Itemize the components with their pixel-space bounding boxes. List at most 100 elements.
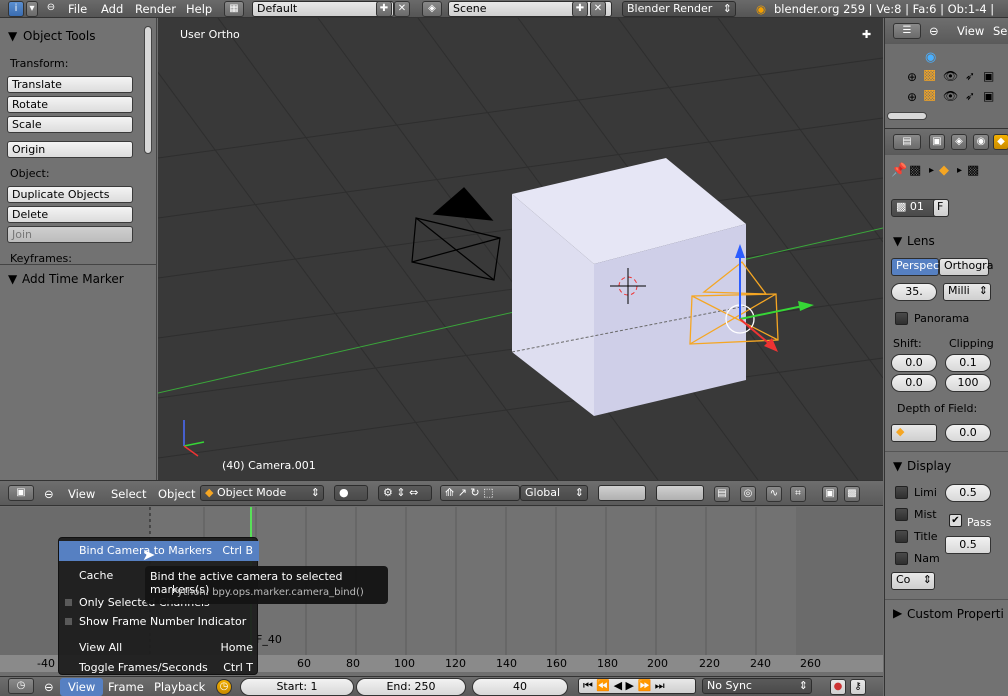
duplicate-objects-button[interactable]: Duplicate Objects: [7, 186, 133, 203]
menu-file[interactable]: File: [68, 2, 87, 16]
limits-checkbox[interactable]: [895, 486, 908, 499]
display-collapse-icon[interactable]: ▼: [893, 459, 902, 473]
custom-props-expand-icon[interactable]: ▶: [893, 606, 902, 620]
render-anim-icon[interactable]: ▩: [844, 486, 860, 502]
dof-distance-field[interactable]: 0.0: [945, 424, 991, 442]
screen-layout-icon[interactable]: ▦: [224, 1, 244, 17]
menu-object[interactable]: Object: [158, 487, 195, 501]
select-arrow-icon[interactable]: ➶: [965, 69, 975, 83]
title-safe-checkbox[interactable]: [895, 530, 908, 543]
menu-playback[interactable]: Playback: [154, 680, 205, 694]
focal-length-field[interactable]: 35.: [891, 283, 937, 301]
expand-icon[interactable]: ⊕: [907, 90, 917, 104]
record-icon[interactable]: ●: [830, 679, 846, 695]
region-expand-icon[interactable]: ✚: [862, 28, 871, 41]
collapse-menu-icon[interactable]: ⊖: [44, 487, 54, 501]
properties-editor[interactable]: ▤ ▣ ◈ ◉ ◆ 📌 ▩ ▸ ◆ ▸ ▩ ▩ 01 F ▼ Lens Pers…: [884, 128, 1008, 696]
join-button[interactable]: Join: [7, 226, 133, 243]
pivot-point-select[interactable]: ⚙ ⇕ ⇔: [378, 485, 432, 501]
select-arrow-icon[interactable]: ➶: [965, 89, 975, 103]
checkbox-icon[interactable]: [64, 617, 73, 626]
mist-checkbox[interactable]: [895, 508, 908, 521]
keying-set-icon[interactable]: ⚷: [850, 679, 866, 695]
collapse-menu-icon[interactable]: ⊖: [929, 24, 939, 38]
passepartout-checkbox[interactable]: ✔: [949, 514, 962, 527]
menu-render[interactable]: Render: [135, 2, 176, 16]
lens-collapse-icon[interactable]: ▼: [893, 234, 902, 248]
proportional-edit-icon[interactable]: ◎: [740, 486, 756, 502]
menu-view[interactable]: View: [68, 487, 95, 501]
checkbox-icon[interactable]: [64, 598, 73, 607]
name-checkbox[interactable]: [895, 552, 908, 565]
world-tab-icon[interactable]: ◉: [973, 134, 989, 150]
screen-layout-field[interactable]: Default: [252, 1, 394, 17]
delete-button[interactable]: Delete: [7, 206, 133, 223]
manipulator-toggles[interactable]: ⟰ ↗ ↻ ⬚: [440, 485, 520, 501]
collapse-menu-icon[interactable]: ⊖: [44, 680, 54, 694]
origin-button[interactable]: Origin: [7, 141, 133, 158]
clip-start-field[interactable]: 0.1: [945, 354, 991, 372]
editor-type-chevron-icon[interactable]: ▾: [26, 1, 38, 17]
menu-frame[interactable]: Frame: [108, 680, 144, 694]
menu-item-view-all[interactable]: View All Home: [59, 638, 259, 658]
pin-icon[interactable]: 📌: [891, 163, 907, 178]
orientation-select[interactable]: Global ⇕: [520, 485, 588, 501]
lens-perspective-toggle[interactable]: Perspecti: [891, 258, 946, 276]
shift-y-field[interactable]: 0.0: [891, 374, 937, 392]
info-editor-icon[interactable]: i: [8, 1, 24, 17]
dof-object-field[interactable]: ◆: [891, 424, 937, 442]
translate-button[interactable]: Translate: [7, 76, 133, 93]
menu-add[interactable]: Add: [101, 2, 123, 16]
scale-button[interactable]: Scale: [7, 116, 133, 133]
passepartout-alpha-field[interactable]: 0.5: [945, 536, 991, 554]
add-scene-icon[interactable]: ✚: [572, 1, 588, 17]
scene-icon[interactable]: ◈: [422, 1, 442, 17]
scene-layers-b[interactable]: [656, 485, 704, 501]
lens-unit-select[interactable]: Milli ⇕: [943, 283, 991, 301]
lock-layers-icon[interactable]: ▤: [714, 486, 730, 502]
menu-item-show-frame-number[interactable]: Show Frame Number Indicator: [59, 612, 259, 632]
editor-type-properties-icon[interactable]: ▤: [893, 134, 921, 150]
operator-collapse-icon[interactable]: ▼: [8, 272, 17, 286]
collapse-menu-icon[interactable]: ⊖: [44, 1, 58, 17]
scene-tab-icon[interactable]: ◈: [951, 134, 967, 150]
editor-type-timeline-icon[interactable]: ◷: [8, 678, 34, 694]
current-frame-field[interactable]: 40: [472, 678, 568, 696]
scene-layers-a[interactable]: [598, 485, 646, 501]
start-frame-field[interactable]: Start: 1: [240, 678, 354, 696]
playback-controls[interactable]: ⏮ ⏪ ◀ ▶ ⏩ ⏭: [578, 678, 696, 694]
snap-element-icon[interactable]: ⌗: [790, 486, 806, 502]
3d-viewport[interactable]: User Ortho (40) Camera.001 ✚: [158, 18, 883, 480]
render-tab-icon[interactable]: ▣: [929, 134, 945, 150]
outliner-search-menu[interactable]: Sea: [993, 24, 1008, 38]
sync-select[interactable]: No Sync ⇕: [702, 678, 812, 694]
menu-help[interactable]: Help: [186, 2, 212, 16]
menu-item-toggle-frames-seconds[interactable]: Toggle Frames/Seconds Ctrl T: [59, 658, 259, 678]
viewport-shading-select[interactable]: ●: [334, 485, 368, 501]
clip-end-field[interactable]: 100: [945, 374, 991, 392]
render-engine-select[interactable]: Blender Render ⇕: [622, 1, 736, 17]
outliner[interactable]: ☰ ⊖ View Sea ◉ ⊕ ▩ 👁 ➶ ▣ ⊕ ▩ 👁 ➶ ▣: [884, 18, 1008, 128]
composition-guides-select[interactable]: Co ⇕: [891, 572, 935, 590]
delete-scene-icon[interactable]: ✕: [590, 1, 606, 17]
fake-user-toggle[interactable]: F: [933, 199, 949, 217]
rotate-button[interactable]: Rotate: [7, 96, 133, 113]
expand-icon[interactable]: ⊕: [907, 70, 917, 84]
visibility-eye-icon[interactable]: 👁: [943, 69, 958, 83]
panorama-checkbox[interactable]: [895, 312, 908, 325]
outliner-scrollbar[interactable]: [887, 112, 927, 120]
snap-icon[interactable]: ∿: [766, 486, 782, 502]
panel-collapse-icon[interactable]: ▼: [8, 29, 17, 43]
menu-view-active[interactable]: View: [60, 678, 104, 696]
visibility-eye-icon[interactable]: 👁: [943, 89, 958, 103]
menu-item-bind-camera[interactable]: Bind Camera to Markers Ctrl B: [59, 541, 259, 561]
outliner-view-menu[interactable]: View: [957, 24, 984, 38]
shift-x-field[interactable]: 0.0: [891, 354, 937, 372]
display-size-field[interactable]: 0.5: [945, 484, 991, 502]
editor-type-3dview-icon[interactable]: ▣: [8, 485, 34, 501]
render-camera-icon[interactable]: ▣: [983, 89, 994, 103]
preview-range-icon[interactable]: ◷: [216, 679, 232, 695]
toolshelf-scrollbar[interactable]: [144, 26, 152, 154]
end-frame-field[interactable]: End: 250: [356, 678, 466, 696]
delete-screen-icon[interactable]: ✕: [394, 1, 410, 17]
